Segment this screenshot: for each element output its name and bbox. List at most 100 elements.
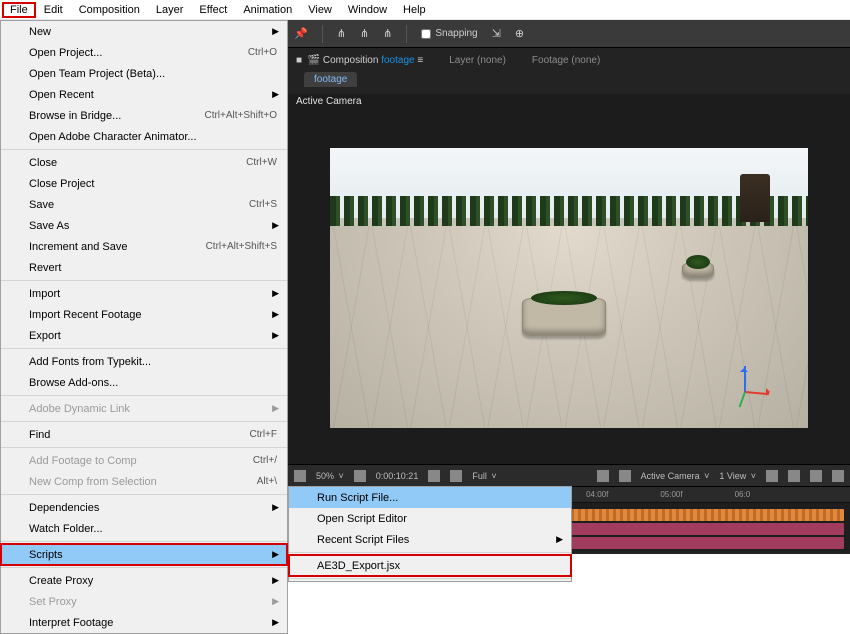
magnify-icon[interactable] [294, 470, 306, 482]
file-menu-item[interactable]: Scripts▶ [1, 544, 287, 565]
v-icon-b[interactable] [788, 470, 800, 482]
file-menu-label: Interpret Footage [29, 617, 277, 629]
ruler-tick: 04:00f [586, 490, 608, 499]
comp-icon: 🎬 [308, 55, 320, 66]
file-menu-label: Browse in Bridge... [29, 110, 204, 122]
file-menu-item[interactable]: Increment and SaveCtrl+Alt+Shift+S [1, 236, 287, 257]
mask-icon[interactable] [619, 470, 631, 482]
v-icon-c[interactable] [810, 470, 822, 482]
file-menu-item[interactable]: CloseCtrl+W [1, 152, 287, 173]
camera-dropdown[interactable]: Active Camera ˅ [641, 471, 710, 481]
ae-workspace: 📌 ⋔ ⋔ ⋔ Snapping ⇲ ⊕ ■ 🎬 Composition foo… [288, 20, 850, 550]
file-menu-item[interactable]: Export▶ [1, 325, 287, 346]
file-menu-label: Watch Folder... [29, 523, 277, 535]
scripts-menu-label: AE3D_Export.jsx [317, 560, 400, 572]
comp-subtabs: footage [288, 72, 850, 94]
shortcut-label: Ctrl+O [248, 47, 277, 58]
file-menu: New▶Open Project...Ctrl+OOpen Team Proje… [0, 20, 288, 634]
file-menu-label: Add Fonts from Typekit... [29, 356, 277, 368]
axis2-icon[interactable]: ⋔ [360, 27, 369, 40]
file-menu-item: Add Footage to CompCtrl+/ [1, 450, 287, 471]
scripts-menu-item[interactable]: AE3D_Export.jsx [289, 555, 571, 576]
file-menu-label: Browse Add-ons... [29, 377, 277, 389]
menu-animation[interactable]: Animation [235, 2, 300, 18]
menu-layer[interactable]: Layer [148, 2, 192, 18]
scripts-menu-item[interactable]: Recent Script Files▶ [289, 529, 571, 550]
submenu-arrow-icon: ▶ [272, 288, 279, 299]
timecode[interactable]: 0:00:10:21 [376, 471, 419, 481]
snapping-toggle[interactable]: Snapping [421, 28, 477, 39]
menu-view[interactable]: View [300, 2, 340, 18]
tab-footage[interactable]: Footage (none) [532, 55, 600, 66]
menu-help[interactable]: Help [395, 2, 434, 18]
menu-effect[interactable]: Effect [191, 2, 235, 18]
v-icon-a[interactable] [766, 470, 778, 482]
scripts-submenu: Run Script File... Open Script EditorRece… [288, 486, 572, 582]
axis-icon[interactable]: ⋔ [337, 27, 346, 40]
snap-opt2-icon[interactable]: ⊕ [515, 27, 524, 40]
file-menu-item[interactable]: Interpret Footage▶ [1, 612, 287, 633]
file-menu-label: Open Recent [29, 89, 277, 101]
file-menu-item[interactable]: Revert [1, 257, 287, 278]
submenu-arrow-icon: ▶ [272, 549, 279, 560]
grid-icon[interactable] [597, 470, 609, 482]
zoom-dropdown[interactable]: 50% ˅ [316, 471, 344, 481]
file-menu-item[interactable]: Watch Folder... [1, 518, 287, 539]
region-icon[interactable] [450, 470, 462, 482]
menu-composition[interactable]: Composition [71, 2, 148, 18]
scripts-menu-item[interactable]: Run Script File... [289, 487, 571, 508]
file-menu-label: Find [29, 429, 250, 441]
axis-gizmo[interactable] [726, 370, 766, 410]
file-menu-item[interactable]: Create Proxy▶ [1, 570, 287, 591]
file-menu-item[interactable]: Save As▶ [1, 215, 287, 236]
menu-file[interactable]: File [2, 2, 36, 18]
menu-edit[interactable]: Edit [36, 2, 71, 18]
file-menu-item[interactable]: Open Adobe Character Animator... [1, 126, 287, 147]
snapshot-icon[interactable] [428, 470, 440, 482]
file-menu-item[interactable]: Add Fonts from Typekit... [1, 351, 287, 372]
snapping-checkbox[interactable] [421, 29, 431, 39]
file-menu-item[interactable]: Close Project [1, 173, 287, 194]
file-menu-label: New [29, 26, 277, 38]
file-menu-label: Close [29, 157, 246, 169]
submenu-arrow-icon: ▶ [272, 596, 279, 607]
subtab-footage[interactable]: footage [304, 72, 357, 87]
file-menu-item[interactable]: Open Team Project (Beta)... [1, 63, 287, 84]
file-menu-item[interactable]: SaveCtrl+S [1, 194, 287, 215]
tab-layer[interactable]: Layer (none) [449, 55, 506, 66]
tab-composition[interactable]: ■ 🎬 Composition footage ≡ [296, 55, 423, 66]
scripts-menu-label: Run Script File... [317, 492, 398, 504]
submenu-arrow-icon: ▶ [556, 534, 563, 545]
file-menu-item[interactable]: FindCtrl+F [1, 424, 287, 445]
file-menu-label: New Comp from Selection [29, 476, 257, 488]
file-menu-label: Scripts [29, 549, 277, 561]
menu-window[interactable]: Window [340, 2, 395, 18]
file-menu-item[interactable]: Dependencies▶ [1, 497, 287, 518]
scripts-menu-item[interactable]: Open Script Editor [289, 508, 571, 529]
snap-opt-icon[interactable]: ⇲ [492, 27, 501, 40]
shortcut-label: Ctrl+F [250, 429, 278, 440]
file-menu-label: Adobe Dynamic Link [29, 403, 277, 415]
file-menu-item[interactable]: Browse Add-ons... [1, 372, 287, 393]
file-menu-item[interactable]: New▶ [1, 21, 287, 42]
file-menu-item[interactable]: Import Recent Footage▶ [1, 304, 287, 325]
v-icon-d[interactable] [832, 470, 844, 482]
shortcut-label: Ctrl+Alt+Shift+O [204, 110, 277, 121]
file-menu-item[interactable]: Browse in Bridge...Ctrl+Alt+Shift+O [1, 105, 287, 126]
shortcut-label: Ctrl+W [246, 157, 277, 168]
axis3-icon[interactable]: ⋔ [383, 27, 392, 40]
res-icon[interactable] [354, 470, 366, 482]
file-menu-label: Import Recent Footage [29, 309, 277, 321]
ruler-tick: 06:0 [735, 490, 751, 499]
file-menu-item[interactable]: Open Recent▶ [1, 84, 287, 105]
submenu-arrow-icon: ▶ [272, 309, 279, 320]
resolution-dropdown[interactable]: Full ˅ [472, 471, 496, 481]
submenu-arrow-icon: ▶ [272, 89, 279, 100]
pin-icon[interactable]: 📌 [294, 27, 308, 40]
view-dropdown[interactable]: 1 View ˅ [719, 471, 756, 481]
file-menu-label: Close Project [29, 178, 277, 190]
file-menu-label: Save [29, 199, 249, 211]
viewer[interactable] [288, 112, 850, 464]
file-menu-item[interactable]: Open Project...Ctrl+O [1, 42, 287, 63]
file-menu-item[interactable]: Import▶ [1, 283, 287, 304]
